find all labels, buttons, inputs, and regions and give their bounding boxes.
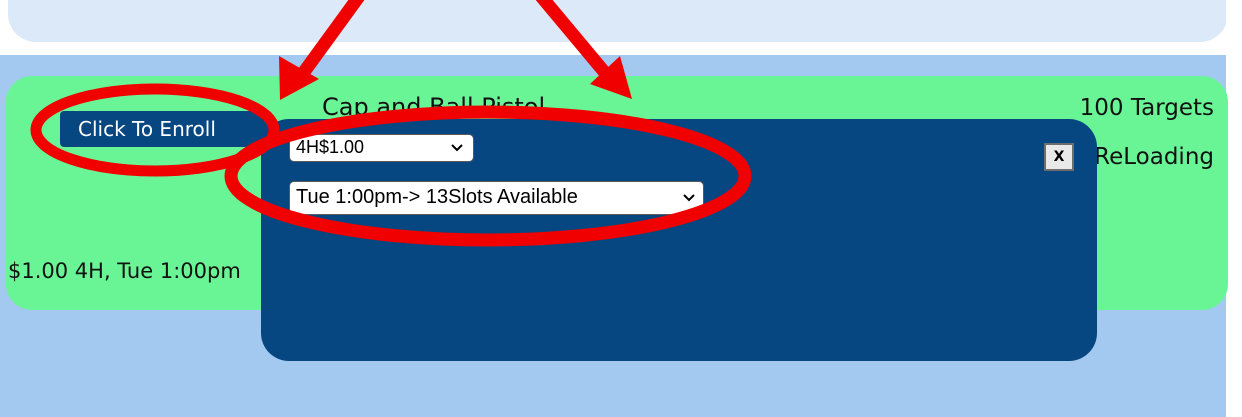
page: Cap and Ball Pistol 100 Targets ReLoadin… [0, 0, 1242, 417]
arrow-shaft-right [535, 0, 613, 81]
annotation-overlay [30, 0, 752, 247]
arrow-shaft-left [297, 0, 365, 79]
annotation-ellipse-selects [224, 105, 752, 247]
